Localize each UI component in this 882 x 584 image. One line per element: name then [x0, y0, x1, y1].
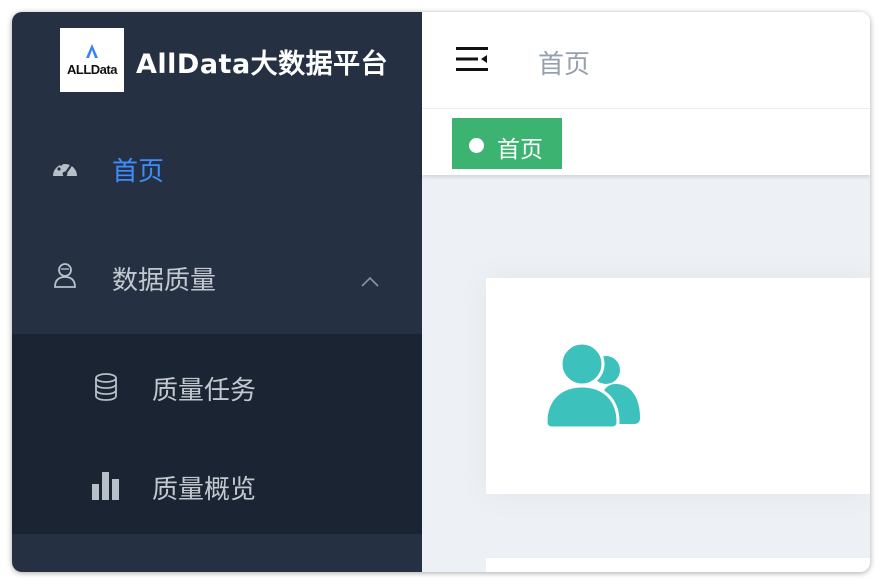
menu-fold-icon[interactable] — [456, 44, 490, 74]
chevron-up-icon[interactable] — [360, 276, 380, 288]
sidebar-item-label: 首页 — [112, 157, 165, 187]
sidebar-item-label: 质量任务 — [152, 376, 257, 406]
peoples-icon — [544, 341, 640, 430]
sidebar-logo[interactable]: ALLData AllData大数据平台 — [12, 12, 422, 108]
sidebar-item-label: 数据质量 — [112, 266, 217, 296]
app-title: AllData大数据平台 — [136, 49, 389, 80]
dashboard-gauge-icon — [53, 160, 77, 177]
sidebar: ALLData AllData大数据平台 首页 数据质量 质量任务 质量概览 — [12, 12, 422, 572]
stat-card[interactable] — [486, 278, 870, 494]
main-content: 首页 首页 — [422, 12, 870, 572]
breadcrumb[interactable]: 首页 — [538, 44, 590, 81]
logo-text: ALLData — [67, 62, 117, 77]
app-window: ALLData AllData大数据平台 首页 数据质量 质量任务 质量概览 首… — [12, 12, 870, 572]
submenu-data-quality: 质量任务 质量概览 — [12, 334, 422, 534]
tags-view: 首页 — [422, 109, 870, 175]
sidebar-item-home[interactable]: 首页 — [12, 130, 422, 230]
stat-card-partial — [486, 558, 870, 572]
bar-chart-icon — [92, 472, 119, 500]
sidebar-item-quality-overview[interactable]: 质量概览 — [12, 434, 422, 534]
database-icon — [95, 373, 117, 401]
active-dot-icon — [469, 138, 484, 153]
tag-home[interactable]: 首页 — [452, 118, 562, 169]
logo-mark-icon — [86, 44, 98, 58]
tag-label: 首页 — [497, 137, 543, 163]
sidebar-item-data-quality[interactable]: 数据质量 — [12, 232, 422, 334]
logo: ALLData — [60, 28, 124, 92]
sidebar-item-quality-task[interactable]: 质量任务 — [12, 334, 422, 434]
navbar: 首页 — [422, 12, 870, 109]
user-icon — [54, 263, 76, 288]
sidebar-item-label: 质量概览 — [152, 475, 257, 505]
